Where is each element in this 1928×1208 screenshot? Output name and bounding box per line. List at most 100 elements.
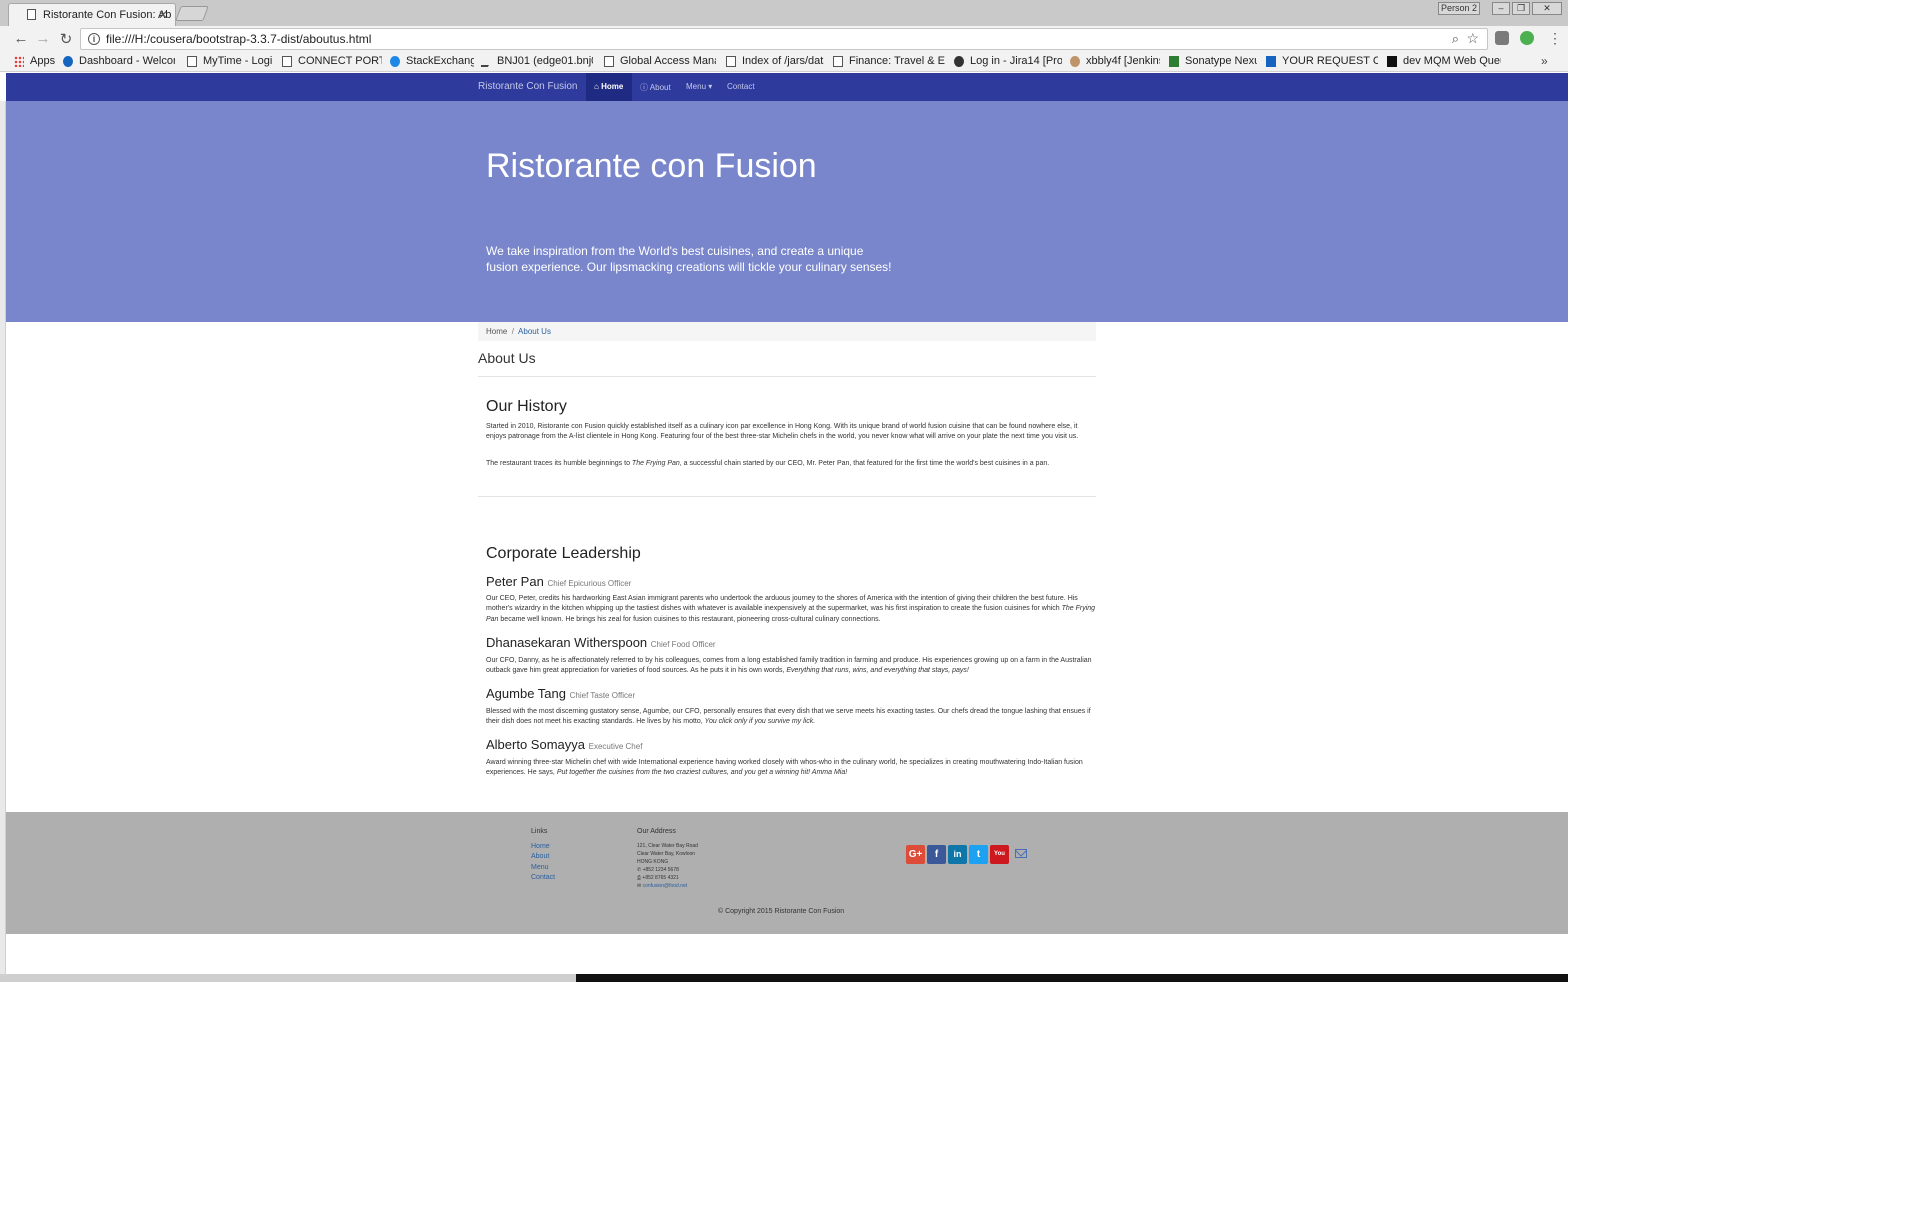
bookmark-item[interactable]: Global Access Manag bbox=[604, 55, 716, 67]
tab-title: Ristorante Con Fusion: Ab bbox=[43, 9, 172, 21]
address-phone: ✆ +852 1234 5678 bbox=[637, 867, 679, 873]
sharepoint-icon bbox=[1266, 56, 1276, 67]
bookmark-star-icon[interactable]: ☆ bbox=[1466, 30, 1479, 47]
address-fax: ⎙ +852 8765 4321 bbox=[637, 875, 679, 881]
bookmark-item[interactable]: Sonatype Nexus bbox=[1169, 55, 1257, 67]
navbar-brand[interactable]: Ristorante Con Fusion bbox=[478, 81, 578, 92]
nav-home[interactable]: ⌂ Home bbox=[586, 73, 632, 101]
page-icon bbox=[27, 9, 36, 20]
facebook-icon[interactable]: f bbox=[927, 845, 946, 864]
footer-link-contact[interactable]: Contact bbox=[531, 874, 555, 881]
page-icon bbox=[604, 56, 614, 67]
taskbar-left bbox=[0, 974, 576, 982]
back-icon[interactable]: ← bbox=[12, 30, 30, 47]
person-title: Chief Food Officer bbox=[650, 640, 716, 649]
address-line: HONG KONG bbox=[637, 859, 669, 865]
bookmark-item[interactable]: MyTime - Login bbox=[187, 55, 273, 67]
person-name-heading: Dhanasekaran Witherspoon Chief Food Offi… bbox=[486, 635, 716, 650]
page-icon bbox=[726, 56, 736, 67]
browser-menu-icon[interactable]: ⋮ bbox=[1548, 30, 1562, 47]
history-paragraph-2: The restaurant traces its humble beginni… bbox=[486, 460, 1050, 467]
bookmark-item[interactable]: YOUR REQUEST COU bbox=[1266, 55, 1378, 67]
bookmark-item[interactable]: Index of /jars/data bbox=[726, 55, 824, 67]
info-circle-icon: ⓘ bbox=[640, 83, 648, 92]
close-icon[interactable]: ✕ bbox=[158, 8, 168, 22]
footer-link-menu[interactable]: Menu bbox=[531, 864, 549, 871]
breadcrumb-separator: / bbox=[509, 327, 517, 336]
footer-link-about[interactable]: About bbox=[531, 853, 549, 860]
mqm-icon bbox=[1387, 56, 1397, 67]
link-icon bbox=[481, 56, 495, 67]
history-heading: Our History bbox=[486, 398, 567, 415]
nav-contact[interactable]: Contact bbox=[727, 73, 755, 101]
divider bbox=[478, 376, 1096, 377]
page-icon bbox=[833, 56, 843, 67]
forward-icon[interactable]: → bbox=[34, 30, 52, 47]
breadcrumb-home[interactable]: Home bbox=[486, 327, 507, 336]
footer-address-heading: Our Address bbox=[637, 828, 676, 835]
address-bar[interactable]: i file:///H:/cousera/bootstrap-3.3.7-dis… bbox=[80, 28, 1488, 50]
page-icon bbox=[282, 56, 292, 67]
jumbotron-text: We take inspiration from the World's bes… bbox=[486, 244, 892, 274]
bookmarks-bar: Apps Dashboard - Welcome MyTime - Login … bbox=[0, 52, 1568, 72]
fax-icon: ⎙ bbox=[637, 875, 642, 881]
address-line: 121, Clear Water Bay Road bbox=[637, 843, 698, 849]
info-icon[interactable]: i bbox=[88, 33, 100, 45]
bookmark-item[interactable]: Log in - Jira14 [Prod] bbox=[954, 55, 1062, 67]
page-title: About Us bbox=[478, 350, 536, 366]
window-close-icon[interactable]: ✕ bbox=[1532, 2, 1562, 15]
browser-tabstrip: Ristorante Con Fusion: Ab ✕ Person 2 – ❐… bbox=[0, 0, 1568, 26]
page-icon bbox=[187, 56, 197, 67]
person-title: Chief Taste Officer bbox=[569, 691, 636, 700]
hp-icon bbox=[63, 56, 73, 67]
zoom-icon[interactable]: ⌕ bbox=[1452, 31, 1459, 47]
reload-icon[interactable]: ↻ bbox=[57, 30, 75, 48]
bookmark-item[interactable]: StackExchange bbox=[390, 55, 474, 67]
email-link[interactable]: confusion@food.net bbox=[643, 883, 688, 889]
mail-icon[interactable] bbox=[1015, 849, 1027, 858]
bookmark-item[interactable]: Finance: Travel & Exp bbox=[833, 55, 945, 67]
url-text: file:///H:/cousera/bootstrap-3.3.7-dist/… bbox=[106, 32, 372, 46]
nav-menu[interactable]: Menu ▾ bbox=[686, 73, 712, 101]
person-bio: Award winning three-star Michelin chef w… bbox=[486, 759, 1083, 777]
site-navbar: Ristorante Con Fusion ⌂ Home ⓘ About Men… bbox=[6, 73, 1568, 101]
youtube-icon[interactable]: You bbox=[990, 845, 1009, 864]
footer-links-heading: Links bbox=[531, 828, 548, 835]
extension-icon[interactable] bbox=[1495, 31, 1509, 45]
stackexchange-icon bbox=[390, 56, 400, 67]
jenkins-icon bbox=[1070, 56, 1080, 67]
person-name-heading: Agumbe Tang Chief Taste Officer bbox=[486, 686, 636, 701]
leadership-heading: Corporate Leadership bbox=[486, 545, 641, 562]
history-paragraph-1: Started in 2010, Ristorante con Fusion q… bbox=[486, 423, 1079, 441]
profile-button[interactable]: Person 2 bbox=[1438, 2, 1480, 15]
copyright-text: © Copyright 2015 Ristorante Con Fusion bbox=[718, 908, 845, 915]
new-tab-button[interactable] bbox=[175, 6, 209, 21]
twitter-icon[interactable]: t bbox=[969, 845, 988, 864]
bookmark-apps[interactable]: Apps bbox=[14, 55, 58, 67]
google-plus-icon[interactable]: G+ bbox=[906, 845, 925, 864]
linkedin-icon[interactable]: in bbox=[948, 845, 967, 864]
jumbotron: Ristorante con Fusion We take inspiratio… bbox=[6, 101, 1568, 322]
address-line: Clear Water Bay, Kowloon bbox=[637, 851, 696, 857]
bookmarks-overflow-icon[interactable]: » bbox=[1541, 54, 1548, 68]
jira-icon bbox=[954, 56, 964, 67]
divider bbox=[478, 496, 1096, 497]
bookmark-item[interactable]: BNJ01 (edge01.bnj01. bbox=[481, 55, 593, 67]
bookmark-item[interactable]: xbbly4f [Jenkins] bbox=[1070, 55, 1160, 67]
bookmark-item[interactable]: CONNECT PORTAL bbox=[282, 55, 382, 67]
footer-link-home[interactable]: Home bbox=[531, 843, 550, 850]
browser-tab-active[interactable]: Ristorante Con Fusion: Ab ✕ bbox=[8, 3, 176, 26]
address-email: ✉ confusion@food.net bbox=[637, 882, 687, 890]
jumbotron-title: Ristorante con Fusion bbox=[486, 147, 817, 185]
minimize-icon[interactable]: – bbox=[1492, 2, 1510, 15]
restore-icon[interactable]: ❐ bbox=[1512, 2, 1530, 15]
bookmark-item[interactable]: dev MQM Web Queue bbox=[1387, 55, 1501, 67]
extension-green-icon[interactable] bbox=[1520, 31, 1534, 45]
site-footer: Links Home About Menu Contact Our Addres… bbox=[6, 812, 1568, 934]
phone-icon: ✆ bbox=[637, 867, 642, 873]
bookmark-item[interactable]: Dashboard - Welcome bbox=[63, 55, 175, 67]
browser-toolbar: ← → ↻ i file:///H:/cousera/bootstrap-3.3… bbox=[0, 26, 1568, 52]
nav-about[interactable]: ⓘ About bbox=[640, 73, 671, 101]
nexus-icon bbox=[1169, 56, 1179, 67]
person-title: Chief Epicurious Officer bbox=[547, 579, 632, 588]
